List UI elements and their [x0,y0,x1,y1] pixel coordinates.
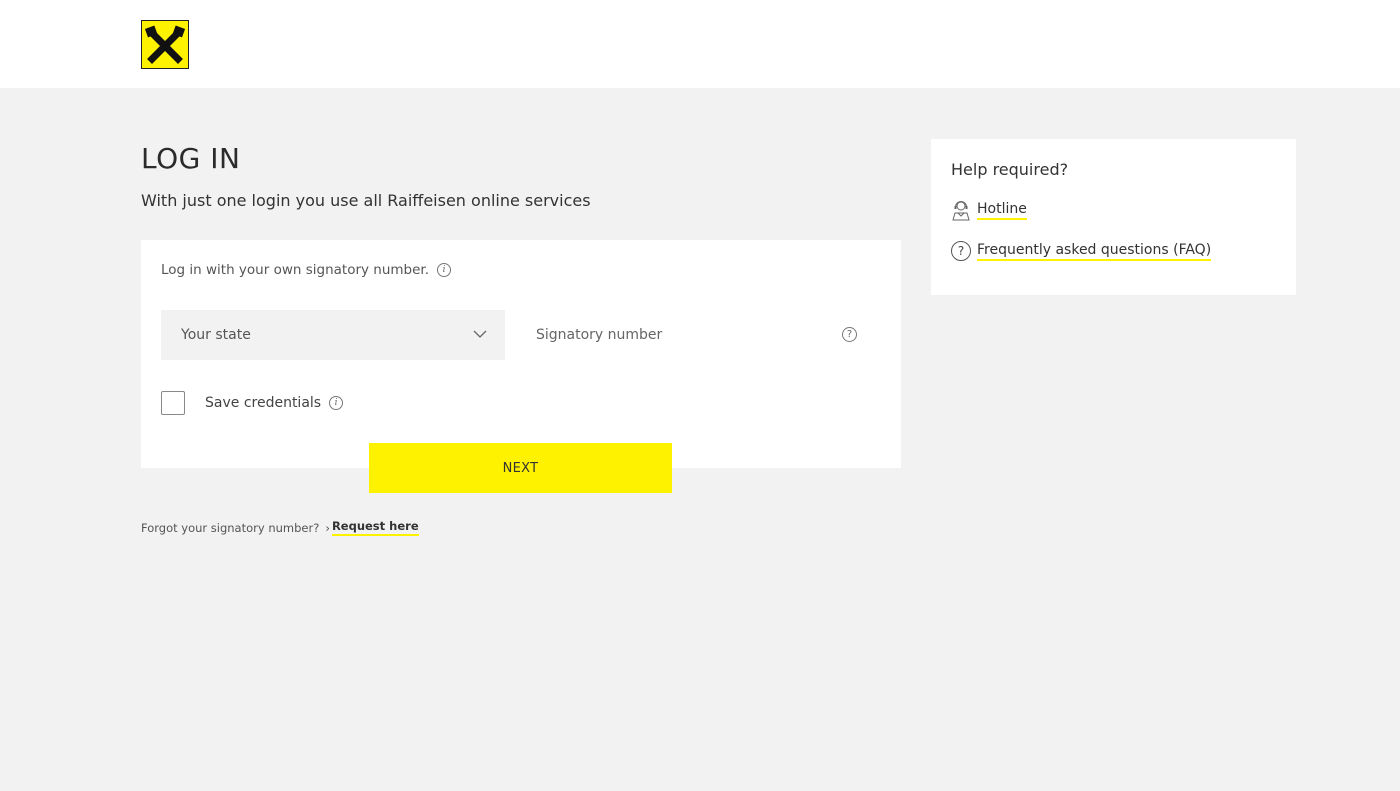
login-card: Log in with your own signatory number. i… [141,240,901,468]
save-credentials-label: Save credentials [205,395,322,411]
login-hint-text: Log in with your own signatory number. [161,262,430,278]
help-card: Help required? Hotline ? Frequently aske… [931,139,1296,295]
gable-cross-icon [144,25,186,64]
faq-link[interactable]: ? Frequently asked questions (FAQ) [951,241,1212,261]
chevron-down-icon [473,330,487,338]
help-title: Help required? [951,160,1069,179]
headset-person-icon [952,201,970,221]
hotline-label: Hotline [977,201,1027,220]
faq-label: Frequently asked questions (FAQ) [977,242,1212,261]
state-select-value: Your state [181,327,251,343]
page-title: LOG IN [141,142,241,175]
next-button[interactable]: NEXT [369,443,672,493]
signatory-number-placeholder: Signatory number [536,327,663,343]
question-circle-icon: ? [951,241,971,261]
info-icon[interactable]: i [329,396,344,410]
chevron-right-icon: › [325,520,330,535]
info-icon[interactable]: i [437,263,452,277]
question-icon[interactable]: ? [842,327,857,342]
state-select[interactable]: Your state [161,310,505,360]
request-here-link[interactable]: Request here [331,519,419,536]
raiffeisen-logo[interactable] [141,20,189,69]
top-header [0,0,1400,88]
save-credentials-checkbox[interactable] [161,391,185,415]
login-hint: Log in with your own signatory number. i [161,262,452,278]
hotline-link[interactable]: Hotline [951,199,1027,221]
signatory-number-input[interactable]: Signatory number ? [536,310,881,360]
page-subtitle: With just one login you use all Raiffeis… [141,191,591,210]
forgot-text: Forgot your signatory number? [141,520,320,535]
forgot-signatory-row: Forgot your signatory number? › Request … [141,519,419,536]
save-credentials-row: Save credentials i [161,391,344,415]
